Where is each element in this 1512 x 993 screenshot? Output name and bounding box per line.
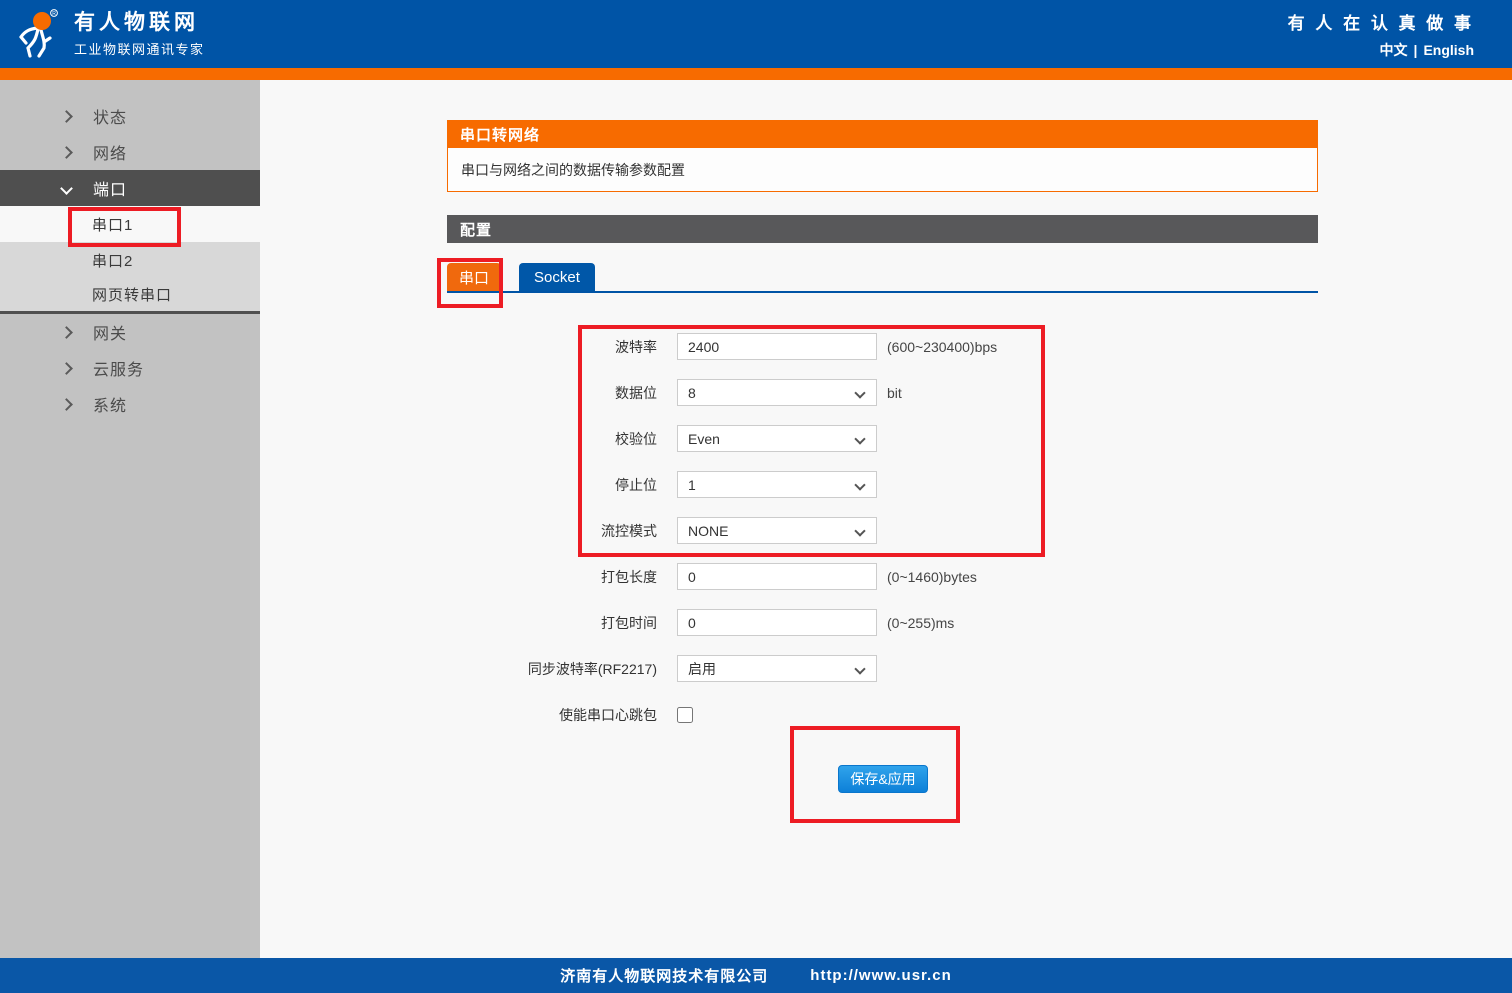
section-title-bar: 配置 <box>447 215 1318 243</box>
serial-form: 波特率 (600~230400)bps 数据位 8 bit 校验位 Even 停止位 1 流控模式… <box>447 333 1318 728</box>
field-hint: (600~230400)bps <box>887 339 997 355</box>
sidebar-item-网络[interactable]: 网络 <box>0 134 260 170</box>
chevron-down-icon <box>854 387 865 398</box>
panel-description: 串口与网络之间的数据传输参数配置 <box>447 148 1318 192</box>
panel-title-bar: 串口转网络 <box>447 120 1318 148</box>
svg-text:R: R <box>52 11 56 17</box>
lang-english-link[interactable]: English <box>1423 42 1474 58</box>
sidebar-item-label: 网络 <box>93 140 127 164</box>
chevron-right-icon <box>60 146 73 159</box>
field-label: 使能串口心跳包 <box>447 705 657 725</box>
select-value: 启用 <box>688 659 716 679</box>
sidebar-item-系统[interactable]: 系统 <box>0 386 260 422</box>
main-area: 状态网络端口串口1串口2网页转串口网关云服务系统 串口转网络 串口与网络之间的数… <box>0 80 1512 958</box>
tab-serial[interactable]: 串口 <box>447 263 501 291</box>
field-input[interactable] <box>677 563 877 590</box>
select-value: Even <box>688 431 720 447</box>
field-input[interactable] <box>677 609 877 636</box>
usr-logo-icon: R <box>14 8 62 60</box>
sidebar-item-label: 网关 <box>93 320 127 344</box>
form-row: 流控模式 NONE <box>447 517 1318 544</box>
header-right: 有 人 在 认 真 做 事 中文 | English <box>1288 9 1474 60</box>
tab-bar: 串口 Socket <box>447 263 1318 293</box>
form-row: 同步波特率(RF2217) 启用 <box>447 655 1318 682</box>
content-column: 串口转网络 串口与网络之间的数据传输参数配置 配置 串口 Socket 波特率 (… <box>447 80 1318 793</box>
sidebar-item-label: 串口2 <box>92 250 133 271</box>
sidebar-item-label: 网页转串口 <box>92 284 172 305</box>
top-header: R 有人物联网 工业物联网通讯专家 有 人 在 认 真 做 事 中文 | Eng… <box>0 0 1512 68</box>
sidebar-item-网页转串口[interactable]: 网页转串口 <box>0 278 260 314</box>
field-label: 数据位 <box>447 383 657 403</box>
select-value: 1 <box>688 477 696 493</box>
form-row: 数据位 8 bit <box>447 379 1318 406</box>
field-label: 打包长度 <box>447 567 657 587</box>
field-select[interactable]: 1 <box>677 471 877 498</box>
sidebar-item-网关[interactable]: 网关 <box>0 314 260 350</box>
slogan: 有 人 在 认 真 做 事 <box>1288 9 1474 34</box>
chevron-down-icon <box>854 433 865 444</box>
field-hint: bit <box>887 385 902 401</box>
chevron-right-icon <box>60 398 73 411</box>
field-select[interactable]: NONE <box>677 517 877 544</box>
brand: R 有人物联网 工业物联网通讯专家 <box>14 8 205 60</box>
select-value: NONE <box>688 523 728 539</box>
footer-bar: 济南有人物联网技术有限公司 http://www.usr.cn <box>0 958 1512 993</box>
chevron-down-icon <box>854 525 865 536</box>
sidebar-item-label: 状态 <box>93 104 127 128</box>
chevron-right-icon <box>60 362 73 375</box>
form-row: 打包时间 (0~255)ms <box>447 609 1318 636</box>
field-label: 流控模式 <box>447 521 657 541</box>
app-window: R 有人物联网 工业物联网通讯专家 有 人 在 认 真 做 事 中文 | Eng… <box>0 0 1512 993</box>
sidebar-item-端口[interactable]: 端口 <box>0 170 260 206</box>
lang-chinese-link[interactable]: 中文 <box>1380 40 1408 60</box>
brand-name: 有人物联网 <box>74 10 205 36</box>
chevron-down-icon <box>854 479 865 490</box>
sidebar-item-串口1[interactable]: 串口1 <box>0 206 260 242</box>
field-select[interactable]: 启用 <box>677 655 877 682</box>
form-row: 打包长度 (0~1460)bytes <box>447 563 1318 590</box>
field-select[interactable]: 8 <box>677 379 877 406</box>
field-label: 同步波特率(RF2217) <box>447 659 657 679</box>
footer-company: 济南有人物联网技术有限公司 <box>560 965 768 986</box>
sidebar-item-串口2[interactable]: 串口2 <box>0 242 260 278</box>
content-area: 串口转网络 串口与网络之间的数据传输参数配置 配置 串口 Socket 波特率 (… <box>260 80 1512 958</box>
sidebar-item-云服务[interactable]: 云服务 <box>0 350 260 386</box>
form-row: 波特率 (600~230400)bps <box>447 333 1318 360</box>
select-value: 8 <box>688 385 696 401</box>
field-checkbox[interactable] <box>677 707 693 723</box>
form-row: 使能串口心跳包 <box>447 701 1318 728</box>
field-label: 打包时间 <box>447 613 657 633</box>
sidebar-item-label: 系统 <box>93 392 127 416</box>
field-input[interactable] <box>677 333 877 360</box>
chevron-right-icon <box>60 326 73 339</box>
brand-text: 有人物联网 工业物联网通讯专家 <box>74 10 205 57</box>
field-label: 波特率 <box>447 337 657 357</box>
form-row: 停止位 1 <box>447 471 1318 498</box>
language-switcher: 中文 | English <box>1380 40 1474 60</box>
sidebar-item-label: 串口1 <box>92 214 133 235</box>
footer-url-link[interactable]: http://www.usr.cn <box>810 967 951 984</box>
sidebar-item-label: 端口 <box>93 176 127 200</box>
chevron-down-icon <box>60 182 73 195</box>
sidebar-item-label: 云服务 <box>93 356 144 380</box>
form-row: 校验位 Even <box>447 425 1318 452</box>
sidebar-menu: 状态网络端口串口1 串口2 网页转串口网关云服务系统 <box>0 80 260 958</box>
lang-divider: | <box>1414 42 1418 58</box>
tab-socket[interactable]: Socket <box>519 263 595 291</box>
brand-tagline: 工业物联网通讯专家 <box>74 39 205 58</box>
save-apply-button[interactable]: 保存&应用 <box>838 765 928 793</box>
sidebar-item-状态[interactable]: 状态 <box>0 98 260 134</box>
chevron-right-icon <box>60 110 73 123</box>
field-hint: (0~255)ms <box>887 615 954 631</box>
field-label: 校验位 <box>447 429 657 449</box>
field-label: 停止位 <box>447 475 657 495</box>
accent-stripe <box>0 68 1512 80</box>
button-row: 保存&应用 <box>447 765 1318 793</box>
field-hint: (0~1460)bytes <box>887 569 977 585</box>
chevron-down-icon <box>854 663 865 674</box>
field-select[interactable]: Even <box>677 425 877 452</box>
